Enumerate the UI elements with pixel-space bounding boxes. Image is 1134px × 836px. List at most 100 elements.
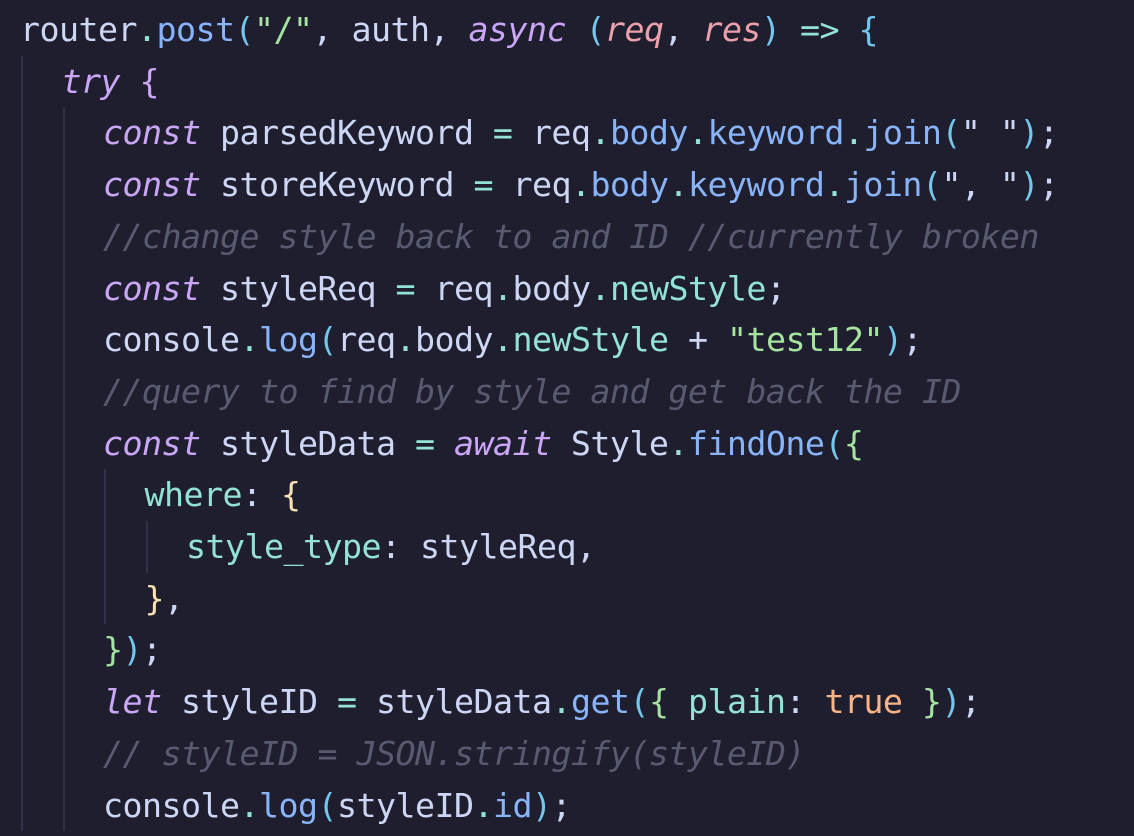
code-token: body [512,268,591,308]
indent-guide [104,469,106,625]
code-token: . [551,682,571,722]
code-token: get [570,682,630,722]
code-token: . [239,320,259,360]
code-token: ) [1019,113,1039,153]
code-token: styleID [336,785,474,825]
code-token: . [590,113,610,153]
code-token: const [103,165,201,205]
code-token: . [668,423,688,463]
code-token: auth [351,10,430,49]
code-token: ) [882,320,903,360]
code-token: ) [941,682,961,722]
code-token: req [434,268,493,308]
code-token: ( [941,113,961,153]
code-token: => [780,10,859,49]
code-token: ( [234,10,254,49]
code-token: post [156,10,235,49]
code-line[interactable]: console.log(styleID.id); [103,780,572,832]
code-token: . [239,785,259,825]
code-token: //query to find by style and get back th… [103,371,961,411]
code-token: body [414,320,494,360]
code-token: ( [585,10,605,49]
code-token: router [20,10,138,49]
code-line[interactable]: }); [103,624,162,676]
code-token: body [609,113,689,153]
code-line[interactable]: style_type: styleReq, [186,521,596,573]
code-token: . [492,320,513,360]
code-token: = [453,165,513,205]
code-token: + [668,320,727,360]
code-token: , [312,10,352,49]
code-token: keyword [707,113,844,153]
code-token: } [103,630,123,670]
indent-guide [145,521,148,573]
code-token: ; [960,682,981,722]
code-token: req [604,10,664,49]
code-token: styleReq [200,268,377,308]
code-token: styleID [161,682,318,722]
code-line[interactable]: //change style back to and ID //currentl… [103,211,1039,263]
code-line[interactable]: //query to find by style and get back th… [103,366,961,418]
code-token: ; [765,268,786,308]
code-token: : [241,475,281,515]
code-token: ; [1038,165,1059,205]
code-line[interactable]: try { [62,56,160,108]
code-token: . [492,268,513,308]
code-line[interactable]: const parsedKeyword = req.body.keyword.j… [103,107,1059,159]
code-line[interactable]: router.post("/", auth, async (req, res) … [20,4,879,56]
code-token: where [144,475,243,515]
code-token: } [144,578,165,618]
code-token: let [103,682,162,722]
code-token: ", " [941,165,1020,205]
code-token: . [473,785,493,825]
code-token: } [902,682,942,722]
code-editor[interactable]: router.post("/", auth, async (req, res) … [0,0,1134,836]
code-token: await [453,423,552,463]
code-token: const [103,113,201,153]
code-line[interactable]: const styleReq = req.body.newStyle; [103,263,786,315]
code-token: { [139,61,160,101]
code-line[interactable]: where: { [144,469,302,521]
code-token: res [702,10,761,49]
code-token: ) [531,785,552,825]
code-line[interactable]: // styleID = JSON.stringify(styleID) [103,728,805,780]
code-token: style_type [186,527,382,566]
code-token: console [103,785,240,825]
code-token: body [590,165,669,205]
code-token: //change style back to and ID //currentl… [103,216,1039,256]
code-token: = [395,423,454,463]
code-token: Style [551,423,669,463]
code-token: : [785,682,825,722]
code-line[interactable]: let styleID = styleData.get({ plain: tru… [103,676,981,728]
code-token: ; [142,630,162,670]
code-token: . [687,113,708,153]
code-token: ) [760,10,781,49]
code-token: join [843,165,923,205]
code-token: join [863,113,942,153]
code-line[interactable]: }, [144,573,185,625]
code-token: // styleID = JSON.stringify(styleID) [103,733,805,773]
code-token: styleData [200,423,396,463]
code-token: " " [960,113,1020,153]
code-token: id [492,785,533,825]
code-token: , [575,527,596,566]
code-token: try [61,61,121,101]
code-token: , [429,10,469,49]
code-token: const [103,423,201,463]
code-token: findOne [687,423,825,463]
code-token: styleReq [419,527,577,566]
code-token: ( [629,682,649,722]
indent-guide [62,107,65,832]
code-token: storeKeyword [200,165,455,205]
code-token: true [824,682,903,722]
code-line[interactable]: console.log(req.body.newStyle + "test12"… [103,314,922,366]
code-line[interactable]: const styleData = await Style.findOne({ [103,418,864,470]
code-token: parsedKeyword [200,113,474,153]
code-token: = [375,268,435,308]
code-token: const [103,268,201,308]
code-token: ) [122,630,143,670]
code-token: . [395,320,415,360]
code-line[interactable]: const storeKeyword = req.body.keyword.jo… [103,159,1059,211]
code-token: req [336,320,396,360]
